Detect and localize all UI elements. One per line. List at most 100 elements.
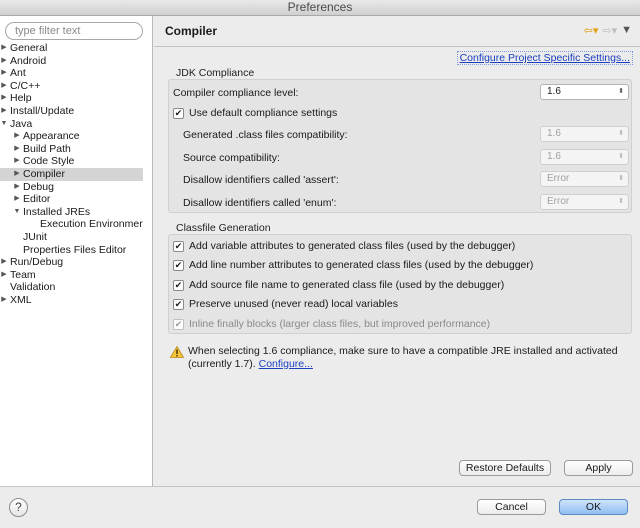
classfile-option-checkbox[interactable]: ✔ <box>173 241 184 252</box>
collapsed-arrow-icon[interactable]: ▶ <box>13 143 21 156</box>
collapsed-arrow-icon[interactable]: ▶ <box>0 294 8 307</box>
sidebar-item-label: C/C++ <box>10 79 41 92</box>
sidebar-item[interactable]: ▶ General <box>0 42 153 55</box>
window-title: Preferences <box>0 0 640 16</box>
sidebar-item-label: Validation <box>10 281 56 294</box>
classfile-option-label: Add source file name to generated class … <box>189 279 505 291</box>
collapsed-arrow-icon[interactable]: ▶ <box>0 269 8 282</box>
compliance-level-value: 1.6 <box>547 86 561 97</box>
jdk-setting-value: Error <box>547 173 570 184</box>
jdk-setting-label: Generated .class files compatibility: <box>183 129 348 141</box>
sidebar-item-label: Properties Files Editor <box>23 243 127 256</box>
sidebar-item[interactable]: JUnit <box>0 231 153 244</box>
sidebar-item[interactable]: ▶ Install/Update <box>0 105 153 118</box>
header-divider <box>154 46 640 47</box>
apply-button[interactable]: Apply <box>564 460 633 476</box>
classfile-option-checkbox[interactable]: ✔ <box>173 260 184 271</box>
use-default-compliance-checkbox[interactable]: ✔ <box>173 108 184 119</box>
preferences-sidebar: ▶General▶Android▶Ant▶C/C++▶Help▶Install/… <box>0 16 153 486</box>
collapsed-arrow-icon[interactable]: ▶ <box>13 168 21 181</box>
collapsed-arrow-icon[interactable]: ▶ <box>0 67 8 80</box>
page-navigation: ⇦▾ ⇨▾ ▼ <box>584 24 632 37</box>
jdk-setting-select[interactable]: Error ⬍ <box>540 194 629 210</box>
expanded-arrow-icon[interactable]: ▼ <box>13 206 21 219</box>
help-icon[interactable]: ? <box>9 498 28 517</box>
collapsed-arrow-icon[interactable]: ▶ <box>13 181 21 194</box>
sidebar-item[interactable]: ▶ Team <box>0 269 153 282</box>
sidebar-item[interactable]: Properties Files Editor <box>0 244 153 257</box>
sidebar-item[interactable]: ▼ Java <box>0 118 153 131</box>
sidebar-item[interactable]: ▶ C/C++ <box>0 80 153 93</box>
collapsed-arrow-icon[interactable]: ▶ <box>0 256 8 269</box>
warning-icon <box>170 346 184 358</box>
jdk-setting-select[interactable]: 1.6 ⬍ <box>540 149 629 165</box>
sidebar-item-label: Debug <box>23 180 54 193</box>
collapsed-arrow-icon[interactable]: ▶ <box>13 130 21 143</box>
dialog-button-bar: ? Cancel OK <box>0 486 640 528</box>
chevron-updown-icon: ⬍ <box>618 88 624 95</box>
use-default-compliance-label: Use default compliance settings <box>189 107 338 119</box>
forward-arrow-icon[interactable]: ⇨▾ <box>602 24 617 37</box>
sidebar-item-label: Ant <box>10 67 26 80</box>
sidebar-item[interactable]: ▶ Ant <box>0 67 153 80</box>
sidebar-item-label: Run/Debug <box>10 256 64 269</box>
chevron-updown-icon: ⬍ <box>618 175 624 182</box>
jdk-setting-value: 1.6 <box>547 151 561 162</box>
classfile-generation-title: Classfile Generation <box>176 222 271 234</box>
collapsed-arrow-icon[interactable]: ▶ <box>13 193 21 206</box>
chevron-updown-icon: ⬍ <box>618 130 624 137</box>
sidebar-item[interactable]: ▶ Debug <box>0 181 153 194</box>
sidebar-item[interactable]: ▶ Code Style <box>0 155 153 168</box>
sidebar-item[interactable]: ▶ Android <box>0 55 153 68</box>
sidebar-item-label: Android <box>10 54 47 67</box>
filter-input[interactable] <box>5 22 143 40</box>
sidebar-item[interactable]: ▶ Compiler <box>0 167 143 181</box>
chevron-updown-icon: ⬍ <box>618 198 624 205</box>
collapsed-arrow-icon[interactable]: ▶ <box>0 92 8 105</box>
sidebar-item[interactable]: ▶ Build Path <box>0 143 153 156</box>
sidebar-item[interactable]: ▶ XML <box>0 294 153 307</box>
cancel-button[interactable]: Cancel <box>477 499 546 515</box>
sidebar-item[interactable]: Execution Environmer <box>0 218 153 231</box>
view-menu-icon[interactable]: ▼ <box>621 24 632 37</box>
sidebar-item-label: Java <box>10 117 33 130</box>
jdk-setting-label: Disallow identifiers called 'enum': <box>183 197 337 209</box>
back-arrow-icon[interactable]: ⇦▾ <box>584 24 599 37</box>
classfile-option-checkbox[interactable]: ✔ <box>173 299 184 310</box>
sidebar-item[interactable]: ▶ Editor <box>0 193 153 206</box>
sidebar-item-label: Appearance <box>23 130 80 143</box>
collapsed-arrow-icon[interactable]: ▶ <box>0 80 8 93</box>
compliance-level-select[interactable]: 1.6 ⬍ <box>540 84 629 100</box>
jdk-compliance-title: JDK Compliance <box>176 67 255 79</box>
sidebar-item-label: Build Path <box>23 142 71 155</box>
collapsed-arrow-icon[interactable]: ▶ <box>0 42 8 55</box>
collapsed-arrow-icon[interactable]: ▶ <box>0 105 8 118</box>
expanded-arrow-icon[interactable]: ▼ <box>0 118 8 131</box>
classfile-option-checkbox[interactable]: ✔ <box>173 280 184 291</box>
classfile-option-label: Add variable attributes to generated cla… <box>189 240 516 252</box>
page-title: Compiler <box>165 24 218 38</box>
sidebar-item[interactable]: ▶ Help <box>0 92 153 105</box>
collapsed-arrow-icon[interactable]: ▶ <box>0 55 8 68</box>
sidebar-item[interactable]: Validation <box>0 281 153 294</box>
sidebar-item-label: XML <box>10 293 32 306</box>
sidebar-item-label: Installed JREs <box>23 205 91 218</box>
jdk-setting-value: Error <box>547 196 570 207</box>
jdk-setting-select[interactable]: Error ⬍ <box>540 171 629 187</box>
ok-button[interactable]: OK <box>559 499 628 515</box>
jdk-setting-select[interactable]: 1.6 ⬍ <box>540 126 629 142</box>
sidebar-item[interactable]: ▶ Appearance <box>0 130 153 143</box>
sidebar-item-label: Team <box>10 268 36 281</box>
collapsed-arrow-icon[interactable]: ▶ <box>13 155 21 168</box>
sidebar-item-label: Help <box>10 92 32 105</box>
configure-project-settings-link[interactable]: Configure Project Specific Settings... <box>456 51 633 65</box>
sidebar-item[interactable]: ▶ Run/Debug <box>0 256 153 269</box>
classfile-option-label: Preserve unused (never read) local varia… <box>189 298 398 310</box>
sidebar-item[interactable]: ▼ Installed JREs <box>0 206 153 219</box>
compliance-level-label: Compiler compliance level: <box>173 87 299 99</box>
configure-jre-link[interactable]: Configure... <box>259 358 313 370</box>
restore-defaults-button[interactable]: Restore Defaults <box>459 460 551 476</box>
sidebar-item-label: JUnit <box>23 230 47 243</box>
sidebar-item-label: Execution Environmer <box>40 218 143 231</box>
sidebar-item-label: Install/Update <box>10 104 75 117</box>
